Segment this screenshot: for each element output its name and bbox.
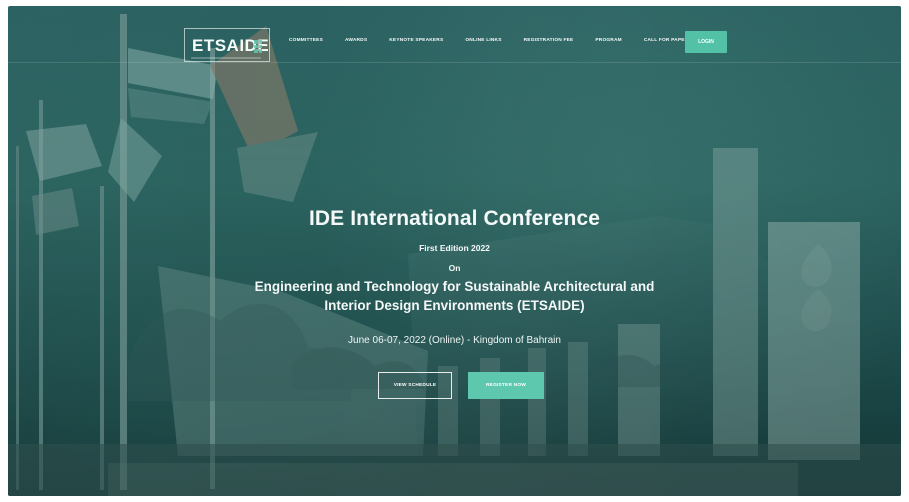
hero-section: IDE International Conference First Editi…	[8, 6, 901, 496]
date-location: June 06-07, 2022 (Online) - Kingdom of B…	[348, 335, 561, 346]
view-schedule-button[interactable]: VIEW SCHEDULE	[378, 372, 452, 399]
hero-viewport: ETSAIDE COMMITTEES AWARDS KEYNOTE SPEAKE…	[8, 6, 901, 496]
hero-actions: VIEW SCHEDULE REGISTER NOW	[378, 372, 544, 399]
conference-subtitle: Engineering and Technology for Sustainab…	[254, 279, 655, 313]
edition-text: First Edition 2022	[419, 243, 490, 253]
register-now-button[interactable]: REGISTER NOW	[468, 372, 544, 399]
on-label: On	[448, 263, 461, 273]
hero-title: IDE International Conference	[308, 207, 601, 230]
